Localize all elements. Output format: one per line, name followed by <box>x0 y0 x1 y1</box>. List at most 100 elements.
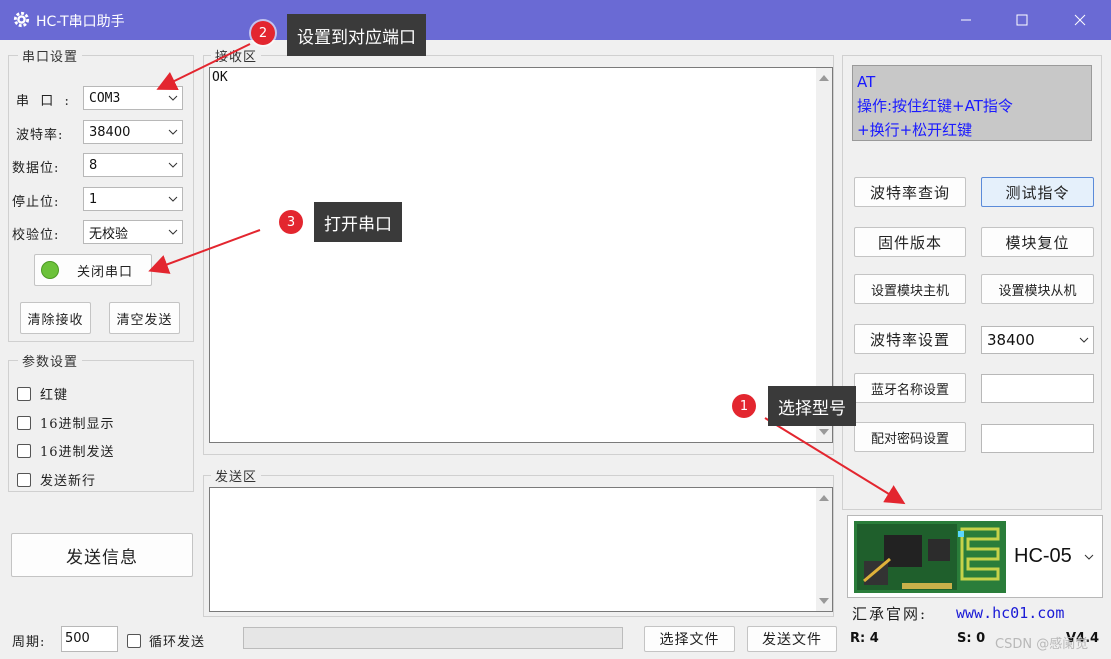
period-label: 周期: <box>12 635 46 650</box>
loop-send-label: 循环发送 <box>149 635 206 650</box>
minimize-icon <box>961 19 971 21</box>
stopbits-label: 停止位: <box>12 195 60 210</box>
hex-send-checkbox[interactable]: 16进制发送 <box>17 441 115 460</box>
hex-send-label: 16进制发送 <box>40 445 115 460</box>
period-value: 500 <box>65 631 90 646</box>
checkbox-box <box>17 415 31 430</box>
port-select[interactable]: COM3 <box>83 86 183 110</box>
csdn-watermark: CSDN @感阑觉 <box>995 637 1089 652</box>
databits-select[interactable]: 8 <box>83 153 183 177</box>
chevron-down-icon <box>164 120 182 144</box>
chevron-down-icon <box>1084 549 1094 564</box>
bt-name-set-label: 蓝牙名称设置 <box>870 382 949 398</box>
module-reset-button[interactable]: 模块复位 <box>981 227 1094 257</box>
send-count: S: 0 <box>957 631 986 646</box>
red-key-label: 红键 <box>40 388 69 403</box>
module-select[interactable]: HC-05 <box>847 515 1103 598</box>
checkbox-box <box>17 472 31 487</box>
chevron-down-icon <box>1075 328 1093 352</box>
close-icon <box>1074 14 1086 26</box>
close-port-button[interactable]: 关闭串口 <box>34 254 152 286</box>
bt-name-input[interactable] <box>981 374 1094 403</box>
baud-value: 38400 <box>89 124 131 140</box>
scroll-up-icon <box>819 75 829 81</box>
send-scrollbar[interactable] <box>816 488 832 611</box>
send-info-button[interactable]: 发送信息 <box>11 533 193 577</box>
baud-query-button[interactable]: 波特率查询 <box>854 177 966 207</box>
title-bar[interactable]: HC-T串口助手 <box>0 0 1111 40</box>
hex-display-checkbox[interactable]: 16进制显示 <box>17 413 115 432</box>
set-master-label: 设置模块主机 <box>870 283 949 299</box>
send-textarea[interactable] <box>209 487 833 612</box>
send-info-label: 发送信息 <box>66 547 138 568</box>
annotation-badge-2: 2 <box>251 21 275 45</box>
test-command-label: 测试指令 <box>1005 183 1070 202</box>
checkbox-box <box>17 386 31 401</box>
set-master-button[interactable]: 设置模块主机 <box>854 274 966 304</box>
at-hint-line3: +换行+松开红键 <box>857 121 973 139</box>
loop-send-checkbox[interactable]: 循环发送 <box>127 631 205 650</box>
serial-settings-title: 串口设置 <box>18 46 83 65</box>
receive-textarea[interactable]: OK <box>209 67 833 443</box>
chevron-down-icon <box>164 86 182 110</box>
test-command-button[interactable]: 测试指令 <box>981 177 1094 207</box>
bt-name-set-button[interactable]: 蓝牙名称设置 <box>854 373 966 403</box>
set-slave-button[interactable]: 设置模块从机 <box>981 274 1094 304</box>
baud-select[interactable]: 38400 <box>83 120 183 144</box>
maximize-button[interactable] <box>994 0 1050 40</box>
website-label: 汇承官网: <box>852 605 928 623</box>
receive-area-title: 接收区 <box>211 46 262 65</box>
period-input[interactable]: 500 <box>61 626 118 652</box>
at-hint-box: AT 操作:按住红键+AT指令 +换行+松开红键 <box>852 65 1092 141</box>
baud-set-button[interactable]: 波特率设置 <box>854 324 966 354</box>
website-link[interactable]: www.hc01.com <box>956 604 1064 622</box>
firmware-button[interactable]: 固件版本 <box>854 227 966 257</box>
select-file-button[interactable]: 选择文件 <box>644 626 735 652</box>
annotation-tip-2: 设置到对应端口 <box>287 14 426 56</box>
select-file-label: 选择文件 <box>659 632 720 648</box>
clear-send-label: 清空发送 <box>116 312 173 328</box>
baud-set-select[interactable]: 38400 <box>981 326 1094 354</box>
scroll-up-icon <box>819 495 829 501</box>
hex-display-label: 16进制显示 <box>40 417 115 432</box>
red-key-checkbox[interactable]: 红键 <box>17 384 68 403</box>
port-value: COM3 <box>89 90 121 106</box>
baud-label: 波特率: <box>16 128 64 143</box>
receive-content: OK <box>212 70 228 85</box>
databits-value: 8 <box>89 157 98 173</box>
pair-password-input[interactable] <box>981 424 1094 453</box>
at-hint-line2: 操作:按住红键+AT指令 <box>857 97 1013 115</box>
annotation-badge-3: 3 <box>279 210 303 234</box>
clear-receive-label: 清除接收 <box>27 312 84 328</box>
clear-send-button[interactable]: 清空发送 <box>109 302 180 334</box>
set-slave-label: 设置模块从机 <box>998 283 1077 299</box>
send-file-button[interactable]: 发送文件 <box>747 626 837 652</box>
stopbits-select[interactable]: 1 <box>83 187 183 211</box>
chevron-down-icon <box>164 187 182 211</box>
pair-password-set-label: 配对密码设置 <box>870 431 949 447</box>
scroll-down-icon <box>819 429 829 435</box>
send-area-title: 发送区 <box>211 466 262 485</box>
window-title: HC-T串口助手 <box>36 14 125 30</box>
send-newline-checkbox[interactable]: 发送新行 <box>17 470 96 489</box>
annotation-badge-1: 1 <box>732 394 756 418</box>
baud-set-label: 波特率设置 <box>869 330 950 349</box>
at-hint-line1: AT <box>857 73 876 91</box>
pair-password-set-button[interactable]: 配对密码设置 <box>854 422 966 452</box>
status-led-icon <box>41 261 59 279</box>
parity-value: 无校验 <box>89 226 129 242</box>
baud-set-value: 38400 <box>987 331 1035 349</box>
stopbits-value: 1 <box>89 191 98 207</box>
close-button[interactable] <box>1052 0 1108 40</box>
firmware-label: 固件版本 <box>877 233 942 252</box>
parity-label: 校验位: <box>12 228 60 243</box>
param-settings-title: 参数设置 <box>18 351 83 370</box>
minimize-button[interactable] <box>938 0 994 40</box>
send-progress-bar <box>243 627 623 649</box>
baud-query-label: 波特率查询 <box>869 183 950 202</box>
annotation-tip-3: 打开串口 <box>314 202 402 242</box>
annotation-tip-1: 选择型号 <box>768 386 856 426</box>
clear-receive-button[interactable]: 清除接收 <box>20 302 91 334</box>
receive-count: R: 4 <box>850 631 879 646</box>
parity-select[interactable]: 无校验 <box>83 220 183 244</box>
